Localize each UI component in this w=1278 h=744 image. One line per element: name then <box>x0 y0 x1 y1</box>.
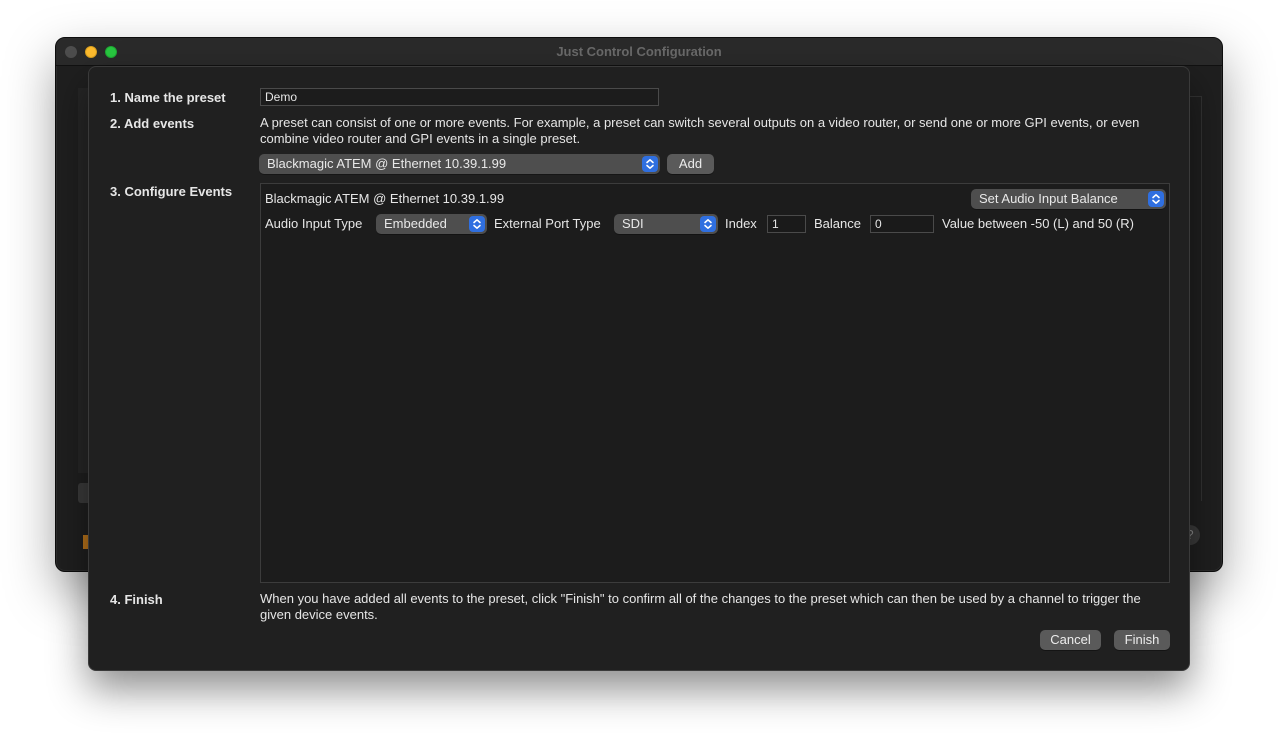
balance-hint: Value between -50 (L) and 50 (R) <box>942 216 1134 231</box>
balance-input[interactable]: 0 <box>870 215 934 233</box>
index-input[interactable]: 1 <box>767 215 806 233</box>
preset-sheet: 1. Name the preset Demo 2. Add events A … <box>88 66 1190 671</box>
event-device-name: Blackmagic ATEM @ Ethernet 10.39.1.99 <box>265 191 505 206</box>
device-select-value: Blackmagic ATEM @ Ethernet 10.39.1.99 <box>267 156 507 171</box>
event-action-select[interactable]: Set Audio Input Balance <box>971 189 1166 209</box>
step-name-label: 1. Name the preset <box>110 90 226 105</box>
audio-input-type-label: Audio Input Type <box>265 216 363 231</box>
title-bar[interactable]: Just Control Configuration <box>56 38 1222 66</box>
add-events-description: A preset can consist of one or more even… <box>260 115 1140 146</box>
index-label: Index <box>725 216 757 231</box>
device-select[interactable]: Blackmagic ATEM @ Ethernet 10.39.1.99 <box>259 154 660 174</box>
audio-input-type-value: Embedded <box>384 216 447 231</box>
preset-name-input[interactable]: Demo <box>260 88 659 106</box>
cancel-button[interactable]: Cancel <box>1040 630 1101 650</box>
finish-description: When you have added all events to the pr… <box>260 591 1141 622</box>
step-configure-label: 3. Configure Events <box>110 184 233 199</box>
step-finish-label: 4. Finish <box>110 592 163 607</box>
audio-input-type-select[interactable]: Embedded <box>376 214 487 234</box>
background-panel <box>1188 96 1202 501</box>
external-port-type-value: SDI <box>622 216 644 231</box>
external-port-type-select[interactable]: SDI <box>614 214 718 234</box>
chevron-updown-icon <box>642 156 658 172</box>
external-port-type-label: External Port Type <box>494 216 601 231</box>
chevron-updown-icon <box>700 216 716 232</box>
chevron-updown-icon <box>469 216 485 232</box>
chevron-updown-icon <box>1148 191 1164 207</box>
add-event-button[interactable]: Add <box>667 154 714 174</box>
finish-button[interactable]: Finish <box>1114 630 1170 650</box>
balance-label: Balance <box>814 216 861 231</box>
window-title: Just Control Configuration <box>556 44 722 59</box>
event-action-value: Set Audio Input Balance <box>979 191 1118 206</box>
step-add-label: 2. Add events <box>110 116 195 131</box>
events-list: Blackmagic ATEM @ Ethernet 10.39.1.99 Se… <box>260 183 1170 583</box>
